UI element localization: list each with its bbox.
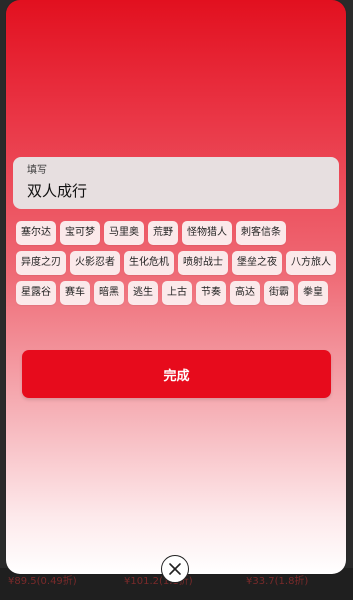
tag-chip[interactable]: 异度之刃	[16, 251, 66, 275]
tag-chip[interactable]: 暗黑	[94, 281, 124, 305]
tag-chip[interactable]: 街霸	[264, 281, 294, 305]
close-icon	[168, 562, 182, 576]
tag-chip[interactable]: 刺客信条	[236, 221, 286, 245]
done-button[interactable]: 完成	[22, 350, 331, 398]
tag-chip[interactable]: 荒野	[148, 221, 178, 245]
tag-chip[interactable]: 堡垒之夜	[232, 251, 282, 275]
tag-chip[interactable]: 生化危机	[124, 251, 174, 275]
tag-chip[interactable]: 火影忍者	[70, 251, 120, 275]
tag-chip[interactable]: 星露谷	[16, 281, 56, 305]
tag-chip[interactable]: 怪物猎人	[182, 221, 232, 245]
tag-chip[interactable]: 塞尔达	[16, 221, 56, 245]
background-price-3: ¥33.7(1.8折)	[246, 576, 309, 587]
tag-chip[interactable]: 节奏	[196, 281, 226, 305]
search-input[interactable]: 填写 双人成行	[13, 157, 339, 209]
tag-chip[interactable]: 上古	[162, 281, 192, 305]
tag-chip[interactable]: 赛车	[60, 281, 90, 305]
input-value[interactable]: 双人成行	[27, 180, 325, 202]
tag-chip[interactable]: 八方旅人	[286, 251, 336, 275]
background-price-1: ¥89.5(0.49折)	[8, 576, 77, 587]
tag-chip[interactable]: 拳皇	[298, 281, 328, 305]
tag-chip[interactable]: 宝可梦	[60, 221, 100, 245]
tag-chip[interactable]: 喷射战士	[178, 251, 228, 275]
search-sheet: 填写 双人成行 塞尔达 宝可梦 马里奥 荒野 怪物猎人 刺客信条 异度之刃 火影…	[6, 0, 346, 574]
tag-chip[interactable]: 逃生	[128, 281, 158, 305]
tag-list: 塞尔达 宝可梦 马里奥 荒野 怪物猎人 刺客信条 异度之刃 火影忍者 生化危机 …	[16, 221, 336, 305]
close-button[interactable]	[161, 555, 189, 583]
input-label: 填写	[27, 165, 47, 176]
tag-chip[interactable]: 高达	[230, 281, 260, 305]
tag-chip[interactable]: 马里奥	[104, 221, 144, 245]
